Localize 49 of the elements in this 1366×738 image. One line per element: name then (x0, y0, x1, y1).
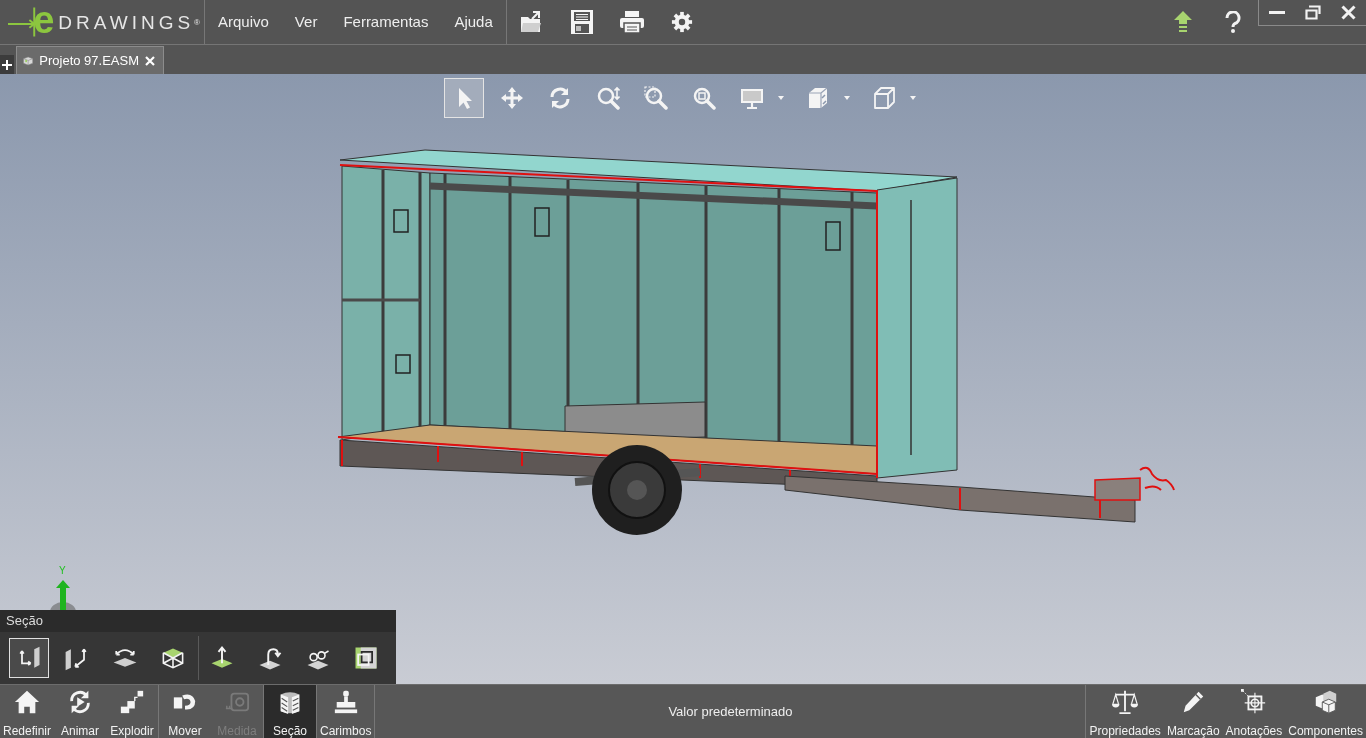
axis-label: Y (59, 566, 66, 576)
monitor-icon (740, 86, 764, 110)
tab-close-button[interactable] (145, 54, 155, 67)
toolbar-button[interactable]: Propriedades (1086, 685, 1164, 738)
toolbar-button[interactable]: Redefinir (0, 685, 55, 738)
settings-icon (670, 11, 693, 33)
toolbar-button[interactable]: Explodir (106, 685, 159, 738)
menu-item[interactable]: Arquivo (205, 0, 282, 44)
menu-item[interactable]: Ver (281, 0, 331, 44)
toolbar-button[interactable]: Animar (54, 685, 107, 738)
home-icon (14, 689, 40, 715)
caret-icon (844, 96, 850, 100)
zoom-area-icon (644, 86, 668, 110)
close-icon (1340, 5, 1356, 20)
document-tab[interactable]: Projeto 97.EASM (16, 46, 164, 74)
close-icon (145, 55, 155, 66)
rotate-icon (548, 86, 572, 110)
stairs-icon (119, 689, 146, 715)
toolbar-button[interactable]: Mover (159, 685, 212, 738)
menu-item[interactable]: Ajuda (441, 0, 506, 44)
minimize-icon (1268, 11, 1285, 14)
logo-letter: e (33, 0, 55, 39)
toolbar-button[interactable]: Marcação (1163, 685, 1223, 738)
cube-outline-icon (872, 86, 896, 110)
shaded-cube-icon (806, 86, 830, 110)
restore-icon (1304, 5, 1321, 20)
section-tool-button[interactable] (9, 638, 49, 678)
logo-wordmark: DRAWINGS$^{®}$ (58, 12, 204, 32)
menu-item[interactable]: Ferramentas (330, 0, 442, 44)
plus-icon (2, 59, 12, 70)
balance-scale-icon (1112, 689, 1139, 715)
target-square-icon (1240, 689, 1267, 715)
caret-icon (910, 96, 916, 100)
zoom-fit-icon (692, 86, 716, 110)
caret-icon (778, 96, 784, 100)
toolbar-button[interactable]: Anotações (1222, 685, 1286, 738)
toolbar-button[interactable]: Seção (264, 685, 317, 738)
new-tab-button[interactable] (0, 55, 14, 74)
stamp-icon (332, 689, 359, 715)
status-text: Valor predeterminado (667, 702, 794, 721)
toolbar-button[interactable]: Carimbos (317, 685, 375, 738)
zoom-icon (596, 86, 620, 110)
upload-arrow-icon (1173, 11, 1193, 33)
folder-arrow-icon (519, 11, 544, 33)
printer-icon (618, 10, 645, 34)
help-icon (1225, 11, 1241, 33)
panel-title: Seção (5, 612, 44, 631)
move-arrows-icon (500, 86, 524, 110)
toolbar-button[interactable]: Componentes (1285, 685, 1366, 738)
